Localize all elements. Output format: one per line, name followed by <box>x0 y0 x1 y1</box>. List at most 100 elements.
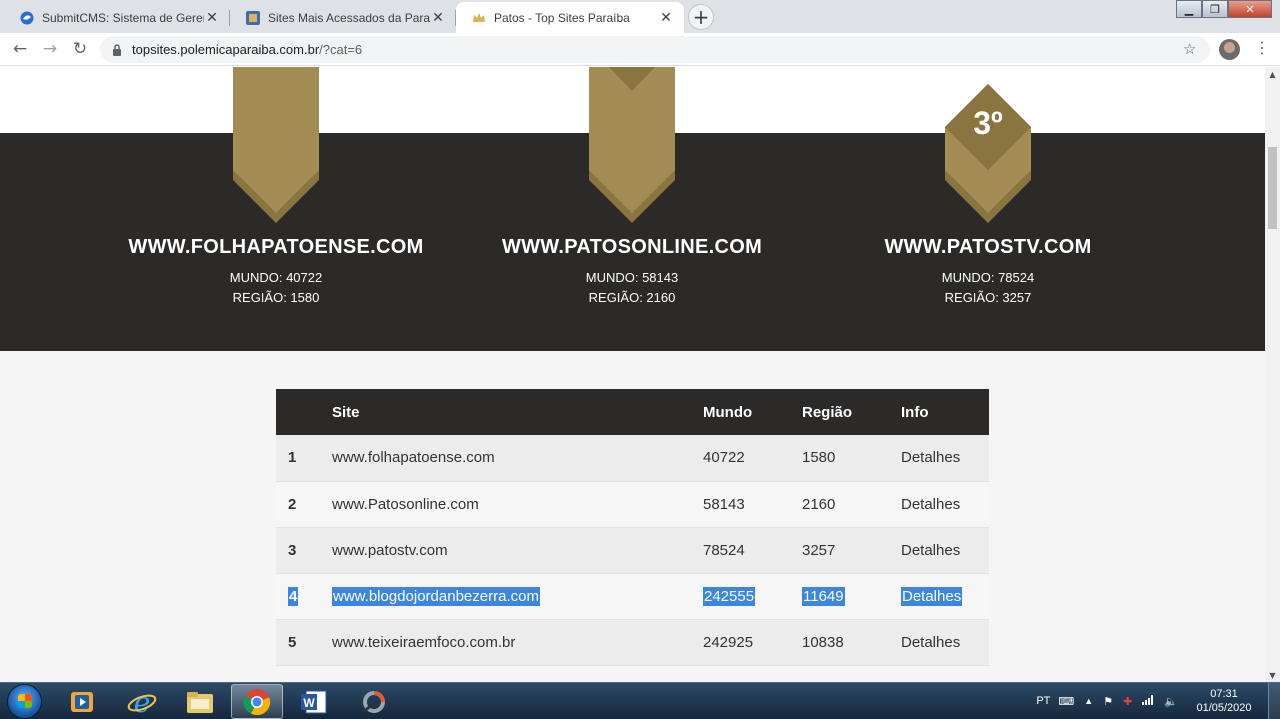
tab-patos-top-sites[interactable]: Patos - Top Sites Paraíba ✕ <box>456 2 684 33</box>
close-tab-icon[interactable]: ✕ <box>204 10 220 26</box>
winner-2-mundo: MUNDO: 58143 <box>585 270 679 285</box>
table-header-row: Site Mundo Região Info <box>276 389 989 435</box>
site-link[interactable]: www.patostv.com <box>332 527 703 574</box>
regiao-cell: 3257 <box>802 527 901 574</box>
chrome-icon[interactable] <box>231 684 283 719</box>
ranking-table: Site Mundo Região Info 1 www.folhapatoen… <box>276 389 989 666</box>
menu-kebab-icon[interactable]: ⋮ <box>1254 40 1270 56</box>
tab-sites-mais-acessados[interactable]: Sites Mais Acessados da Paraíba ✕ <box>230 2 456 33</box>
crown-favicon-icon <box>472 11 486 25</box>
show-hidden-icons-icon[interactable]: ▲ <box>1084 696 1093 706</box>
site-link[interactable]: www.folhapatoense.com <box>332 435 703 482</box>
back-icon[interactable]: ← <box>10 39 30 59</box>
browser-toolbar: ← → ↻ topsites.polemicaparaiba.com.br/?c… <box>0 33 1280 66</box>
tab-label: SubmitCMS: Sistema de Gerencia <box>42 10 204 25</box>
second-place-ribbon <box>589 67 675 223</box>
rank-cell: 1 <box>276 435 332 482</box>
tab-strip: SubmitCMS: Sistema de Gerencia ✕ Sites M… <box>0 0 1280 33</box>
third-place-label: 3º <box>973 105 1003 141</box>
scrollbar-thumb[interactable] <box>1268 147 1277 229</box>
site-link[interactable]: www.blogdojordanbezerra.com <box>332 586 540 606</box>
sync-icon[interactable] <box>348 684 400 719</box>
windows-taskbar: e W PT ⌨ ▲ ⚑ ✚ 🔈 07:31 01/05/2020 <box>0 682 1280 719</box>
header-regiao: Região <box>802 389 901 435</box>
winner-1-mundo: MUNDO: 40722 <box>229 270 323 285</box>
tab-submitcms[interactable]: SubmitCMS: Sistema de Gerencia ✕ <box>4 2 230 33</box>
table-row-selected: 4 www.blogdojordanbezerra.com 242555 116… <box>276 573 989 620</box>
mundo-cell: 242555 <box>703 586 756 606</box>
volume-icon[interactable]: 🔈 <box>1164 695 1178 708</box>
svg-text:W: W <box>303 696 315 710</box>
winner-3-site[interactable]: WWW.PATOSTV.COM <box>788 236 1188 259</box>
word-icon[interactable]: W <box>288 684 340 719</box>
winner-2-regiao: REGIÃO: 2160 <box>588 290 676 305</box>
action-center-flag-icon[interactable]: ⚑ <box>1103 695 1113 708</box>
table-row: 3 www.patostv.com 78524 3257 Detalhes <box>276 527 989 574</box>
regiao-cell: 1580 <box>802 435 901 482</box>
table-row: 5 www.teixeiraemfoco.com.br 242925 10838… <box>276 619 989 666</box>
header-site: Site <box>332 389 703 435</box>
system-tray: PT ⌨ ▲ ⚑ ✚ 🔈 07:31 01/05/2020 <box>1036 683 1280 719</box>
antivirus-icon[interactable]: ✚ <box>1123 695 1132 708</box>
file-explorer-icon[interactable] <box>174 684 226 719</box>
winner-1-regiao: REGIÃO: 1580 <box>232 290 320 305</box>
header-mundo: Mundo <box>703 389 802 435</box>
window-controls: ▁ ❐ ✕ <box>1176 0 1272 18</box>
tab-label: Patos - Top Sites Paraíba <box>494 10 630 25</box>
site-link[interactable]: www.Patosonline.com <box>332 481 703 528</box>
tab-label: Sites Mais Acessados da Paraíba <box>268 10 430 25</box>
keyboard-icon[interactable]: ⌨ <box>1058 695 1074 708</box>
media-player-icon[interactable] <box>56 684 108 719</box>
table-row: 2 www.Patosonline.com 58143 2160 Detalhe… <box>276 481 989 528</box>
details-link[interactable]: Detalhes <box>901 481 989 528</box>
minimize-button[interactable]: ▁ <box>1176 0 1202 18</box>
close-window-button[interactable]: ✕ <box>1228 0 1272 18</box>
close-tab-icon[interactable]: ✕ <box>658 10 674 26</box>
table-row: 1 www.folhapatoense.com 40722 1580 Detal… <box>276 435 989 482</box>
first-place-ribbon <box>233 67 319 223</box>
reload-icon[interactable]: ↻ <box>70 39 90 59</box>
mundo-cell: 40722 <box>703 435 802 482</box>
winner-1-site[interactable]: WWW.FOLHAPATOENSE.COM <box>76 236 476 259</box>
details-link[interactable]: Detalhes <box>901 586 963 606</box>
regiao-cell: 10838 <box>802 619 901 666</box>
mundo-cell: 58143 <box>703 481 802 528</box>
language-indicator[interactable]: PT <box>1036 695 1050 707</box>
clock-time: 07:31 <box>1210 688 1238 700</box>
submitcms-favicon-icon <box>20 11 34 25</box>
winner-3-mundo: MUNDO: 78524 <box>941 270 1035 285</box>
details-link[interactable]: Detalhes <box>901 527 989 574</box>
site-link[interactable]: www.teixeiraemfoco.com.br <box>332 619 703 666</box>
details-link[interactable]: Detalhes <box>901 435 989 482</box>
maximize-button[interactable]: ❐ <box>1202 0 1228 18</box>
svg-text:e: e <box>134 687 151 717</box>
internet-explorer-icon[interactable]: e <box>116 684 168 719</box>
header-rank <box>276 389 332 435</box>
rank-cell: 3 <box>276 527 332 574</box>
mundo-cell: 242925 <box>703 619 802 666</box>
regiao-cell: 2160 <box>802 481 901 528</box>
rank-cell: 5 <box>276 619 332 666</box>
url-path: /?cat=6 <box>319 42 363 57</box>
sites-favicon-icon <box>246 10 260 25</box>
scroll-down-arrow-icon[interactable]: ▼ <box>1265 668 1280 682</box>
winner-2-site[interactable]: WWW.PATOSONLINE.COM <box>432 236 832 259</box>
forward-icon[interactable]: → <box>40 39 60 59</box>
lock-icon <box>112 43 122 56</box>
close-tab-icon[interactable]: ✕ <box>430 10 446 26</box>
clock[interactable]: 07:31 01/05/2020 <box>1184 687 1264 715</box>
address-bar[interactable]: topsites.polemicaparaiba.com.br/?cat=6 <box>100 36 1210 63</box>
rank-cell: 2 <box>276 481 332 528</box>
mundo-cell: 78524 <box>703 527 802 574</box>
new-tab-button[interactable]: + <box>688 4 714 30</box>
winner-3-regiao: REGIÃO: 3257 <box>944 290 1032 305</box>
show-desktop-button[interactable] <box>1268 683 1280 719</box>
network-icon[interactable] <box>1142 694 1154 708</box>
vertical-scrollbar[interactable]: ▲ ▼ <box>1265 67 1280 682</box>
profile-avatar[interactable] <box>1219 39 1240 60</box>
bookmark-star-icon[interactable]: ☆ <box>1183 40 1196 58</box>
regiao-cell: 11649 <box>802 586 845 606</box>
start-button[interactable] <box>7 684 42 719</box>
details-link[interactable]: Detalhes <box>901 619 989 666</box>
scroll-up-arrow-icon[interactable]: ▲ <box>1265 67 1280 81</box>
